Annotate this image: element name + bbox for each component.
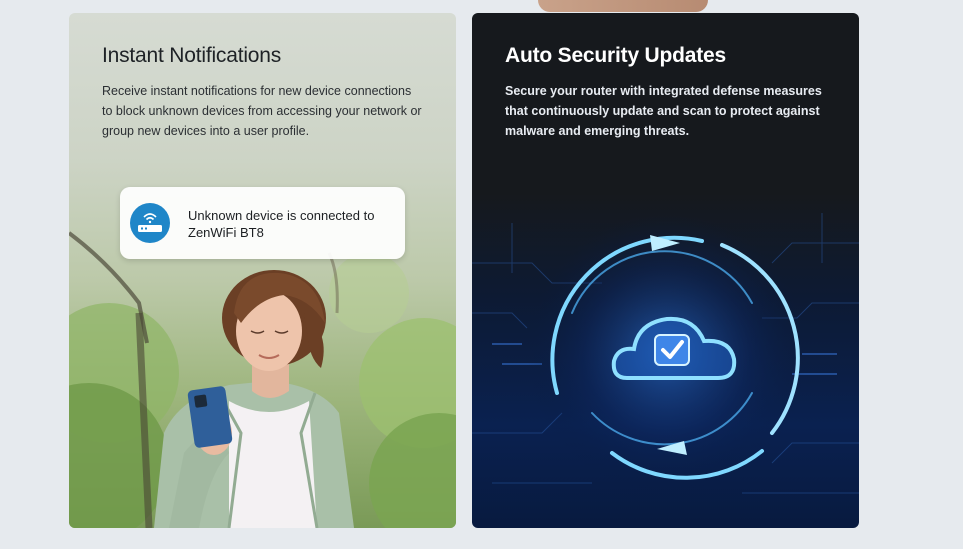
card-title: Instant Notifications — [102, 44, 282, 67]
auto-security-updates-card: Auto Security Updates Secure your router… — [472, 13, 859, 528]
notification-text: Unknown device is connected to ZenWiFi B… — [188, 208, 375, 240]
card-title: Auto Security Updates — [505, 44, 727, 67]
instant-notifications-card: Instant Notifications Receive instant no… — [69, 13, 456, 528]
notification-popup: Unknown device is connected to ZenWiFi B… — [120, 187, 405, 259]
card-description: Secure your router with integrated defen… — [505, 84, 822, 138]
background-hand-image — [538, 0, 708, 12]
router-wifi-icon — [130, 203, 170, 243]
card-description: Receive instant notifications for new de… — [102, 84, 422, 138]
